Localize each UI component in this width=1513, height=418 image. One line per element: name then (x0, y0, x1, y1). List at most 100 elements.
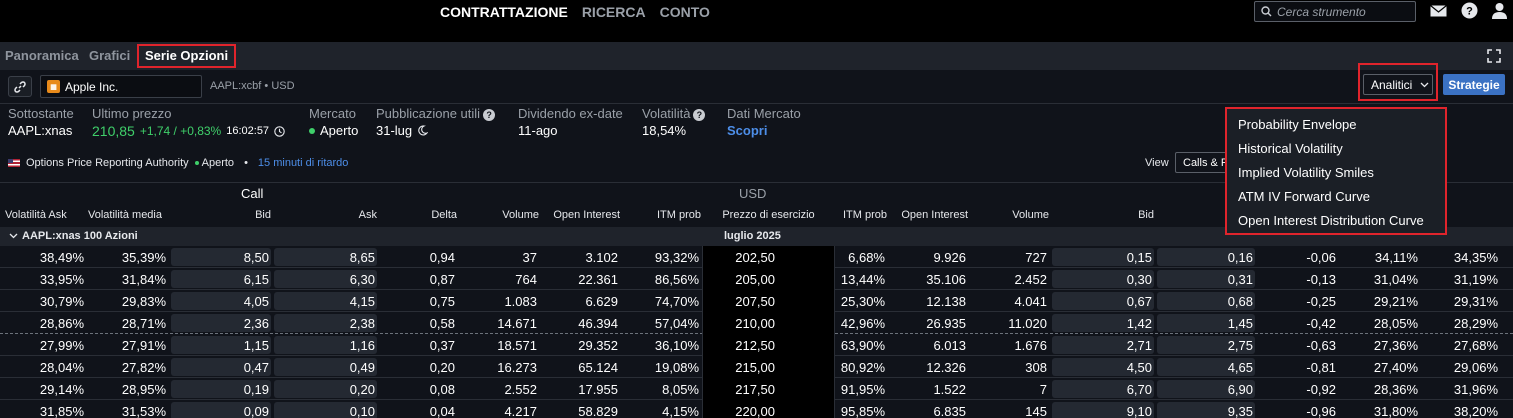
scopri-link[interactable]: Scopri (727, 123, 801, 138)
delay-link[interactable]: 15 minuti di ritardo (258, 157, 349, 169)
table-rows: 38,49% 35,39% 8,50 8,65 0,94 37 3.102 93,32% 202… (0, 246, 1513, 418)
put-delta-cell: -0,13 (1306, 272, 1336, 287)
menu-item-open-interest-distribution[interactable]: Open Interest Distribution Curve (1227, 211, 1445, 235)
put-ask-cell[interactable]: 2,75 (1157, 338, 1253, 353)
col-volume[interactable]: Volume (460, 209, 539, 221)
search-icon (1261, 6, 1272, 17)
put-bid-cell[interactable]: 9,10 (1052, 404, 1152, 418)
put-ask-cell[interactable]: 0,68 (1157, 294, 1253, 309)
help-icon[interactable]: ? (693, 108, 706, 121)
call-bid-cell[interactable]: 0,47 (171, 360, 269, 375)
search-input[interactable] (1277, 4, 1412, 19)
help-icon[interactable]: ? (483, 108, 496, 121)
nav-conto[interactable]: CONTO (660, 4, 710, 20)
call-bid-cell[interactable]: 1,15 (171, 338, 269, 353)
col-put-itm-prob[interactable]: ITM prob (808, 209, 887, 221)
top-nav: CONTRATTAZIONE RICERCA CONTO (440, 4, 710, 20)
analitici-dropdown[interactable]: Analitici (1363, 74, 1433, 95)
put-bid-cell[interactable]: 6,70 (1052, 382, 1152, 397)
call-bid-cell[interactable]: 0,09 (171, 404, 269, 418)
col-put-bid[interactable]: Bid (1052, 209, 1154, 221)
put-ask-cell[interactable]: 0,16 (1157, 250, 1253, 265)
strategie-button[interactable]: Strategie (1443, 74, 1505, 95)
call-vol-media-cell: 28,95% (121, 382, 166, 397)
col-put-volume[interactable]: Volume (969, 209, 1049, 221)
col-volatilita-media[interactable]: Volatilità media (88, 209, 168, 221)
strike-price-cell: 210,00 (735, 316, 775, 331)
put-itm-prob-cell: 25,30% (840, 294, 885, 309)
call-ask-cell[interactable]: 1,16 (274, 338, 375, 353)
menu-item-atm-iv-forward-curve[interactable]: ATM IV Forward Curve (1227, 187, 1445, 211)
call-ask-cell[interactable]: 6,30 (274, 272, 375, 287)
put-ask-cell[interactable]: 1,45 (1157, 316, 1253, 331)
ultimo-values: 210,85 +1,74 / +0,83% 16:02:57 (92, 123, 285, 139)
col-volatilita-ask[interactable]: Volatilità Ask (5, 209, 86, 221)
put-ask-cell[interactable]: 6,90 (1157, 382, 1253, 397)
sub-tabs: Panoramica Grafici Serie Opzioni (0, 42, 1513, 70)
call-ask-cell[interactable]: 8,65 (274, 250, 375, 265)
put-bid-cell[interactable]: 4,50 (1052, 360, 1152, 375)
col-open-interest[interactable]: Open Interest (540, 209, 620, 221)
col-bid[interactable]: Bid (171, 209, 271, 221)
expand-icon[interactable] (1487, 49, 1501, 63)
put-ask-cell[interactable]: 0,31 (1157, 272, 1253, 287)
nav-contrattazione[interactable]: CONTRATTAZIONE (440, 4, 568, 20)
put-ask-cell[interactable]: 9,35 (1157, 404, 1253, 418)
put-volume-cell: 145 (1025, 404, 1047, 418)
call-ask-cell[interactable]: 2,38 (274, 316, 375, 331)
menu-item-historical-volatility[interactable]: Historical Volatility (1227, 139, 1445, 163)
call-ask-cell[interactable]: 0,20 (274, 382, 375, 397)
put-vol-media-cell: 29,21% (1373, 294, 1418, 309)
col-put-open-interest[interactable]: Open Interest (889, 209, 968, 221)
put-bid-cell[interactable]: 1,42 (1052, 316, 1152, 331)
put-bid-cell[interactable]: 2,71 (1052, 338, 1152, 353)
put-ask-cell[interactable]: 4,65 (1157, 360, 1253, 375)
call-bid-cell[interactable]: 6,15 (171, 272, 269, 287)
col-delta[interactable]: Delta (380, 209, 457, 221)
section-month: luglio 2025 (724, 230, 781, 242)
call-open-interest-cell: 29.352 (578, 338, 618, 353)
call-open-interest-cell: 22.361 (578, 272, 618, 287)
link-button[interactable] (8, 76, 32, 97)
call-ask-cell[interactable]: 0,10 (274, 404, 375, 418)
table-row: 27,99% 27,91% 1,15 1,16 0,37 18.571 29.352 36,1… (0, 334, 1513, 356)
mail-icon[interactable] (1430, 4, 1447, 17)
put-bid-cell[interactable]: 0,67 (1052, 294, 1152, 309)
call-open-interest-cell: 6.629 (585, 294, 618, 309)
put-bid-cell[interactable]: 0,15 (1052, 250, 1152, 265)
put-delta-cell: -0,42 (1306, 316, 1336, 331)
call-bid-cell[interactable]: 4,05 (171, 294, 269, 309)
nav-ricerca[interactable]: RICERCA (582, 4, 646, 20)
call-volume-cell: 764 (515, 272, 537, 287)
put-vol-media-cell: 28,36% (1373, 382, 1418, 397)
put-bid-cell[interactable]: 0,30 (1052, 272, 1152, 287)
call-ask-cell[interactable]: 4,15 (274, 294, 375, 309)
tab-serie-opzioni[interactable]: Serie Opzioni (137, 44, 237, 68)
call-bid-cell[interactable]: 2,36 (171, 316, 269, 331)
quote-dividendo: Dividendo ex-date 11-ago (518, 106, 623, 146)
instrument-selector[interactable]: ▦ Apple Inc. (40, 75, 202, 98)
call-ask-cell[interactable]: 0,49 (274, 360, 375, 375)
menu-item-implied-volatility-smiles[interactable]: Implied Volatility Smiles (1227, 163, 1445, 187)
put-itm-prob-cell: 63,90% (840, 338, 885, 353)
help-circle-icon[interactable]: ? (1461, 2, 1478, 19)
call-bid-cell[interactable]: 8,50 (171, 250, 269, 265)
call-vol-ask-cell: 27,99% (39, 338, 84, 353)
col-ask[interactable]: Ask (274, 209, 377, 221)
menu-item-probability-envelope[interactable]: Probability Envelope (1227, 115, 1445, 139)
call-vol-media-cell: 27,91% (121, 338, 166, 353)
utili-values: 31-lug (376, 123, 495, 138)
call-bid-cell[interactable]: 0,19 (171, 382, 269, 397)
user-icon[interactable] (1492, 2, 1507, 19)
put-volume-cell: 11.020 (1008, 316, 1047, 331)
mercato-values: Aperto (309, 123, 358, 138)
strike-price-cell: 207,50 (735, 294, 775, 309)
search-box[interactable] (1254, 1, 1416, 22)
tab-panoramica[interactable]: Panoramica (5, 48, 79, 63)
tab-grafici[interactable]: Grafici (89, 48, 130, 63)
put-vol-media-cell: 31,80% (1373, 404, 1418, 418)
call-itm-prob-cell: 36,10% (654, 338, 699, 353)
put-vol-ask-cell: 38,20% (1453, 404, 1498, 418)
call-delta-cell: 0,37 (429, 338, 455, 353)
col-itm-prob[interactable]: ITM prob (621, 209, 701, 221)
